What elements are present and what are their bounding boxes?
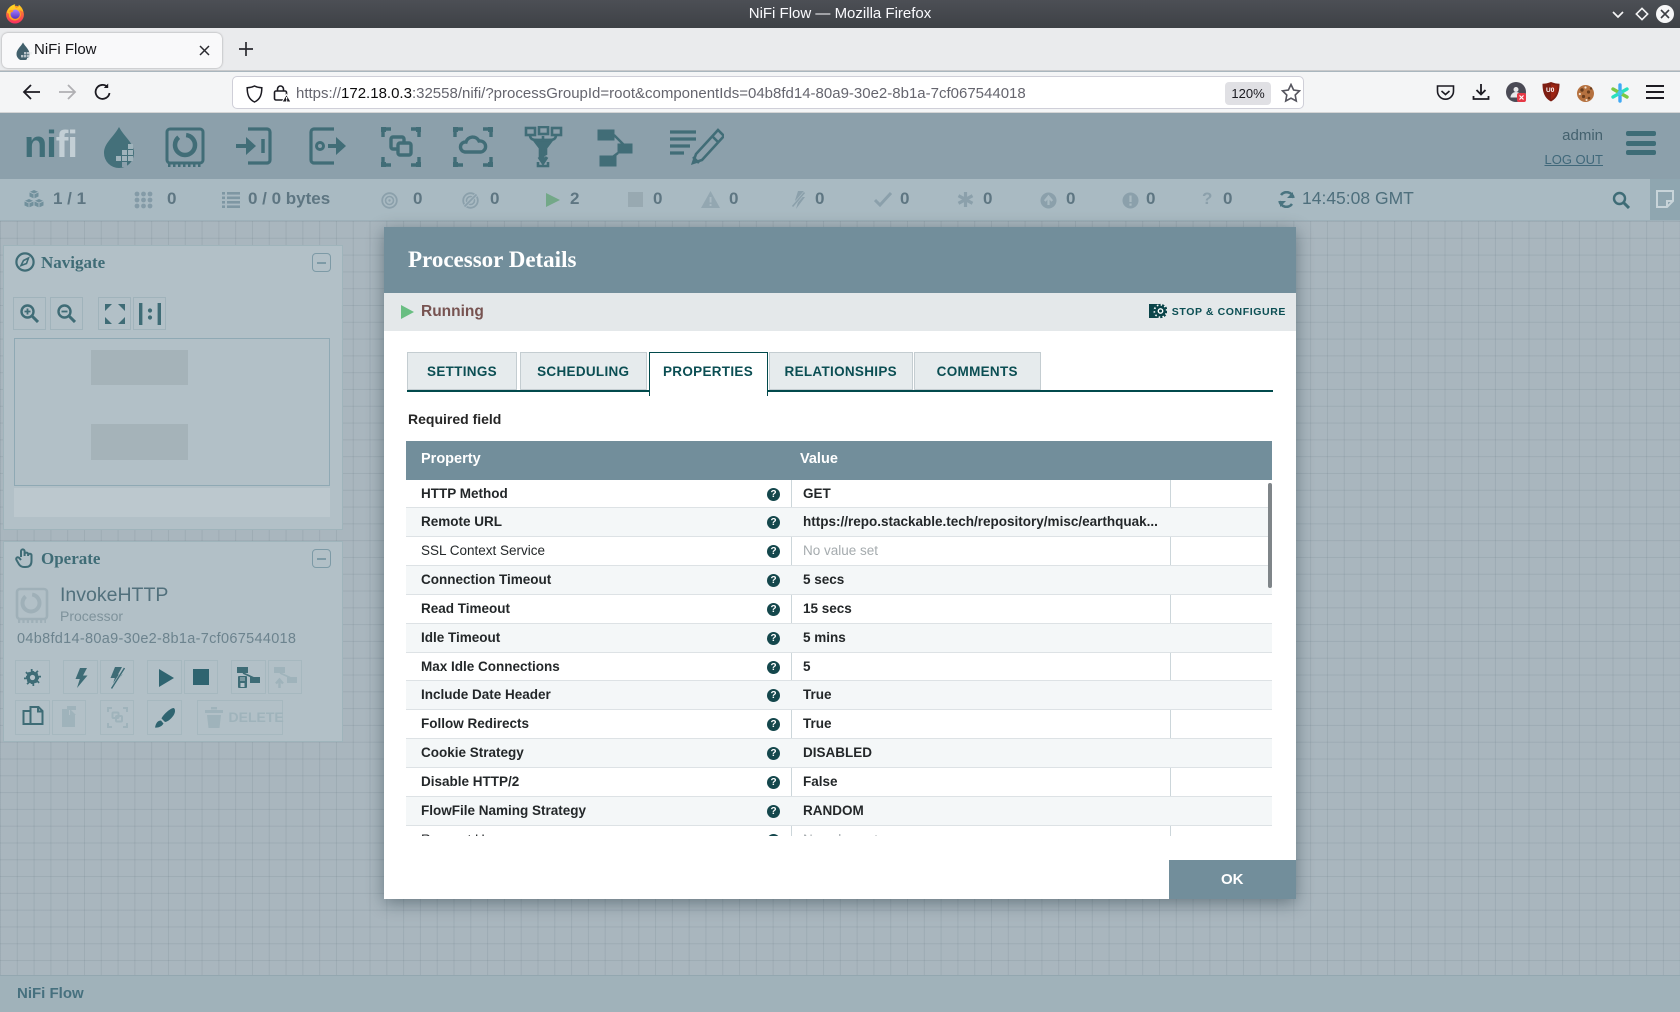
svg-text:U0: U0 (1546, 87, 1555, 94)
